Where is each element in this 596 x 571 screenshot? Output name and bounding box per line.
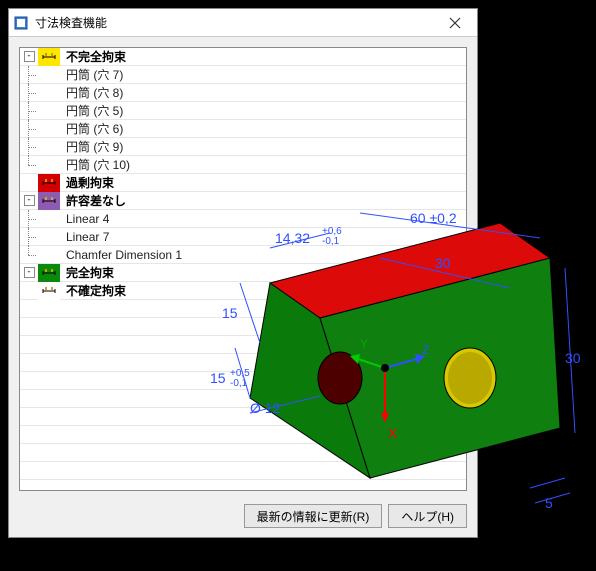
window-title: 寸法検査機能 xyxy=(35,14,437,31)
tree-line xyxy=(20,66,38,84)
empty-row xyxy=(20,480,466,491)
empty-row xyxy=(20,390,466,408)
empty-row xyxy=(20,372,466,390)
item-label: 円筒 (穴 8) xyxy=(56,84,466,101)
group-indeterminate[interactable]: 不確定拘束 xyxy=(20,282,466,300)
item-label: Linear 7 xyxy=(56,230,466,244)
empty-row xyxy=(20,444,466,462)
dim-30-right: 30 xyxy=(565,350,581,366)
ruler-icon xyxy=(38,48,60,66)
tree-line xyxy=(20,210,38,228)
item-label: 円筒 (穴 7) xyxy=(56,66,466,83)
item-label: 円筒 (穴 6) xyxy=(56,120,466,137)
close-icon xyxy=(449,17,461,29)
empty-row xyxy=(20,426,466,444)
group-label: 過剰拘束 xyxy=(60,174,466,191)
tree-item[interactable]: Linear 7 xyxy=(20,228,466,246)
dim-5: 5 xyxy=(545,495,553,511)
tree-item[interactable]: 円筒 (穴 8) xyxy=(20,84,466,102)
tree-line xyxy=(20,138,38,156)
item-label: Linear 4 xyxy=(56,212,466,226)
tree-item[interactable]: 円筒 (穴 9) xyxy=(20,138,466,156)
constraint-tree: - 不完全拘束 円筒 (穴 7) 円筒 (穴 8) 円筒 (穴 5) xyxy=(20,48,466,491)
empty-row xyxy=(20,462,466,480)
collapse-button[interactable]: - xyxy=(24,195,35,206)
item-label: 円筒 (穴 9) xyxy=(56,138,466,155)
ruler-icon xyxy=(38,264,60,282)
empty-row xyxy=(20,336,466,354)
app-icon xyxy=(13,15,29,31)
item-label: 円筒 (穴 10) xyxy=(56,156,466,173)
tree-item[interactable]: 円筒 (穴 7) xyxy=(20,66,466,84)
group-label: 許容差なし xyxy=(60,192,466,209)
group-label: 不完全拘束 xyxy=(60,48,466,65)
tree-item[interactable]: Linear 4 xyxy=(20,210,466,228)
titlebar: 寸法検査機能 xyxy=(9,9,477,37)
item-label: Chamfer Dimension 1 xyxy=(56,248,466,262)
tree-panel: - 不完全拘束 円筒 (穴 7) 円筒 (穴 8) 円筒 (穴 5) xyxy=(19,47,467,491)
dialog-footer: 最新の情報に更新(R) ヘルプ(H) xyxy=(9,501,477,537)
item-label: 円筒 (穴 5) xyxy=(56,102,466,119)
close-button[interactable] xyxy=(437,12,473,34)
group-label: 完全拘束 xyxy=(60,264,466,281)
empty-row xyxy=(20,354,466,372)
tree-item[interactable]: 円筒 (穴 10) xyxy=(20,156,466,174)
refresh-button[interactable]: 最新の情報に更新(R) xyxy=(244,504,383,528)
group-overconstrained[interactable]: 過剰拘束 xyxy=(20,174,466,192)
ruler-icon xyxy=(38,282,60,300)
dimension-check-dialog: 寸法検査機能 - 不完全拘束 円筒 (穴 7) xyxy=(8,8,478,538)
empty-row xyxy=(20,318,466,336)
ruler-icon xyxy=(38,192,60,210)
tree-line xyxy=(20,228,38,246)
collapse-button[interactable]: - xyxy=(24,267,35,278)
tree-item[interactable]: 円筒 (穴 6) xyxy=(20,120,466,138)
tree-line xyxy=(20,102,38,120)
tree-line xyxy=(20,246,38,264)
help-button[interactable]: ヘルプ(H) xyxy=(388,504,467,528)
tree-item[interactable]: 円筒 (穴 5) xyxy=(20,102,466,120)
empty-row xyxy=(20,408,466,426)
tree-item[interactable]: Chamfer Dimension 1 xyxy=(20,246,466,264)
group-underconstrained[interactable]: - 不完全拘束 xyxy=(20,48,466,66)
ruler-icon xyxy=(38,174,60,192)
group-fullyconstrained[interactable]: - 完全拘束 xyxy=(20,264,466,282)
empty-row xyxy=(20,300,466,318)
group-label: 不確定拘束 xyxy=(60,282,466,299)
tree-line xyxy=(20,120,38,138)
group-notolerance[interactable]: - 許容差なし xyxy=(20,192,466,210)
collapse-button[interactable]: - xyxy=(24,51,35,62)
tree-line xyxy=(20,156,38,174)
tree-line xyxy=(20,84,38,102)
